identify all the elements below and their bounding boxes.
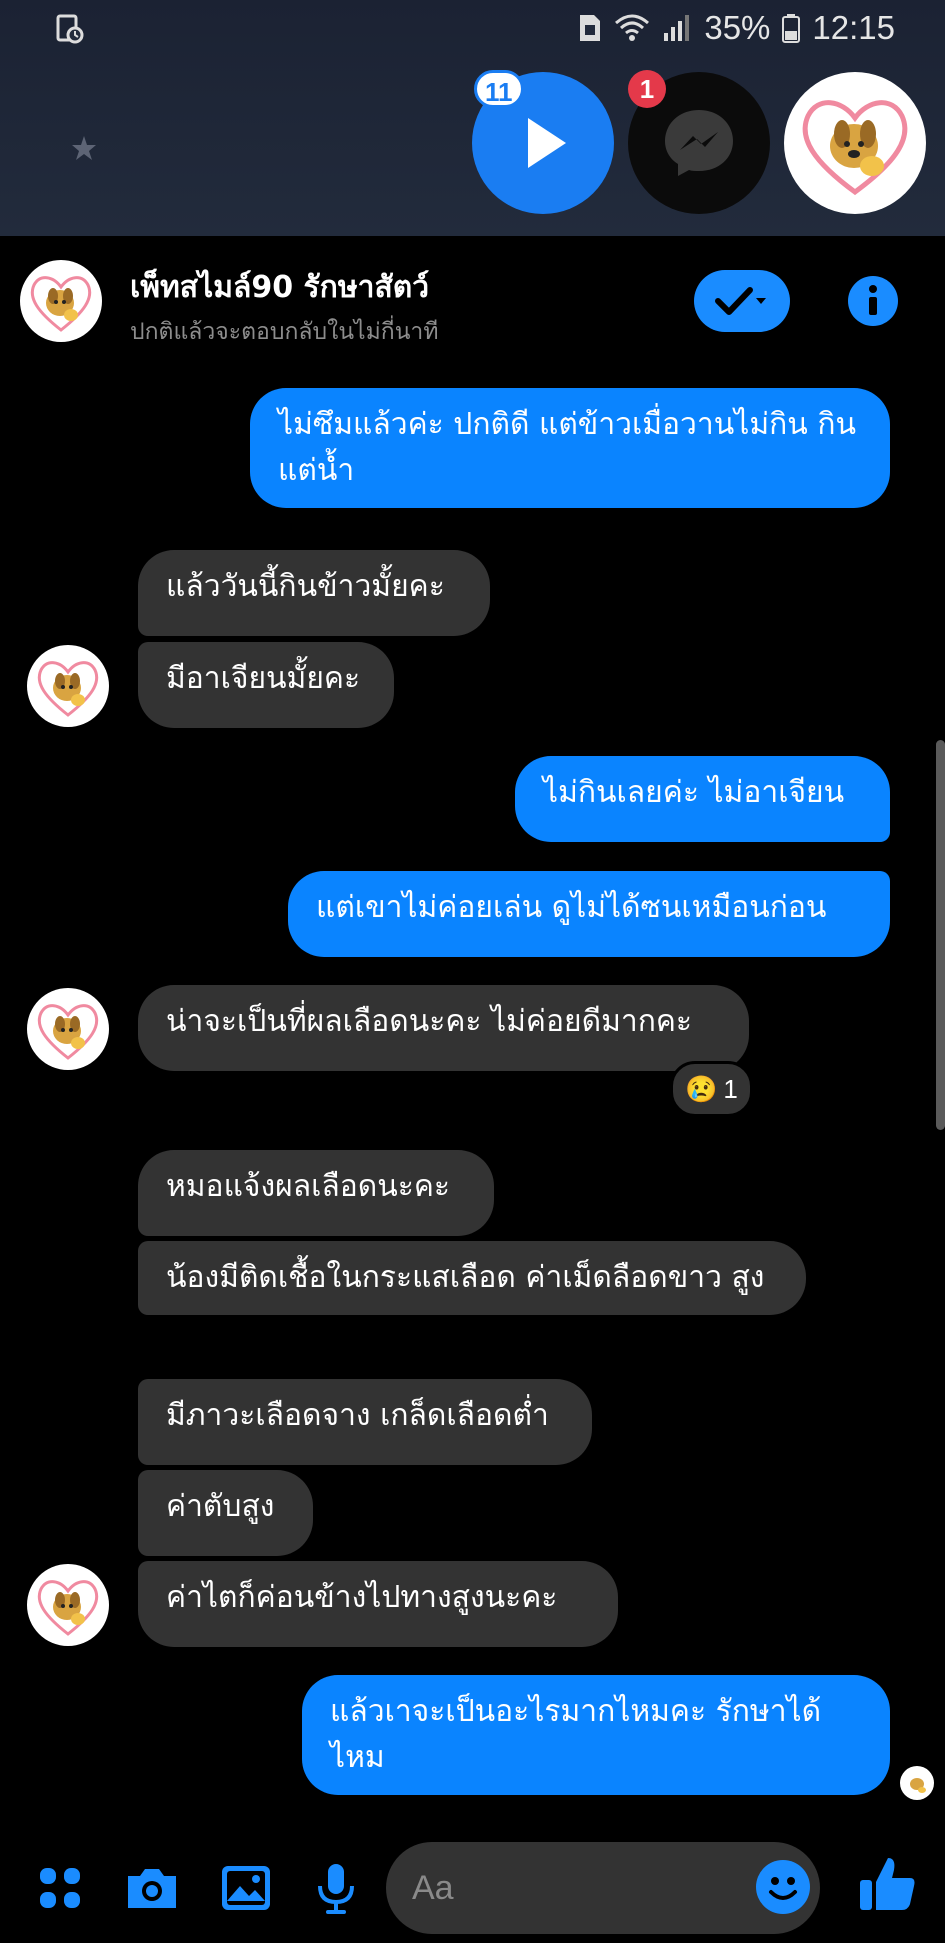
emoji-button[interactable]	[756, 1860, 810, 1914]
star-icon	[72, 136, 96, 160]
pet-logo-icon	[37, 1004, 99, 1060]
contact-name[interactable]: เพ็ทสไมล์90 รักษาสัตว์	[130, 264, 429, 311]
response-status: ปกติแล้วจะตอบกลับในไม่กี่นาที	[130, 319, 439, 345]
messenger-count-badge: 1	[628, 70, 666, 108]
sender-avatar[interactable]	[27, 1564, 109, 1646]
pet-logo-icon	[30, 276, 92, 332]
clock: 12:15	[812, 9, 895, 46]
screen-recorder-icon	[56, 14, 84, 44]
thumbs-up-icon[interactable]	[856, 1852, 920, 1916]
read-receipt-avatar	[900, 1766, 934, 1800]
crying-emoji-icon: 😢	[685, 1073, 718, 1104]
pet-logo-icon	[910, 1778, 926, 1793]
message-bubble-incoming[interactable]: น่าจะเป็นที่ผลเลือดนะคะ ไม่ค่อยดีมากคะ	[138, 985, 749, 1071]
sender-avatar[interactable]	[27, 645, 109, 727]
emoji-icon	[769, 1877, 797, 1900]
sender-avatar[interactable]	[27, 988, 109, 1070]
message-bubble-incoming[interactable]: มีภาวะเลือดจาง เกล็ดเลือดต่ำ	[138, 1379, 592, 1465]
gallery-icon[interactable]	[216, 1858, 276, 1918]
pet-logo-icon	[37, 661, 99, 717]
signal-icon	[664, 15, 690, 41]
check-dropdown-icon	[715, 287, 766, 315]
message-bubble-outgoing[interactable]: แล้วเาจะเป็นอะไรมากไหมคะ รักษาได้ไหม	[302, 1675, 890, 1795]
info-button[interactable]	[848, 276, 898, 326]
mark-done-button[interactable]	[694, 270, 790, 332]
wifi-icon	[615, 14, 650, 41]
sim-icon	[580, 15, 601, 41]
pet-logo-icon	[802, 100, 908, 196]
message-bubble-incoming[interactable]: น้องมีติดเชื้อในกระแสเลือด ค่าเม็ดลือดขา…	[138, 1241, 806, 1315]
contact-chat-head[interactable]	[784, 72, 926, 214]
info-icon	[869, 285, 877, 315]
message-bubble-outgoing[interactable]: ไม่กินเลยค่ะ ไม่อาเจียน	[515, 756, 890, 842]
camera-icon[interactable]	[122, 1858, 182, 1918]
message-bubble-incoming[interactable]: ค่าไตก็ค่อนข้างไปทางสูงนะคะ	[138, 1561, 618, 1647]
battery-percentage: 35%	[704, 9, 771, 46]
message-reaction[interactable]: 😢 1	[670, 1061, 753, 1117]
menu-dots-icon[interactable]	[30, 1858, 90, 1918]
reaction-count: 1	[723, 1073, 738, 1104]
scrollbar[interactable]	[936, 740, 945, 1130]
contact-avatar[interactable]	[20, 260, 102, 342]
message-bubble-incoming[interactable]: ค่าตับสูง	[138, 1470, 313, 1556]
microphone-icon[interactable]	[306, 1858, 366, 1918]
status-bar-right: 35% 12:15	[578, 8, 895, 48]
message-bubble-outgoing[interactable]: แต่เขาไม่ค่อยเล่น ดูไม่ได้ซนเหมือนก่อน	[288, 871, 890, 957]
pet-logo-icon	[37, 1580, 99, 1636]
message-bubble-incoming[interactable]: หมอแจ้งผลเลือดนะคะ	[138, 1150, 494, 1236]
message-bubble-outgoing[interactable]: ไม่ซึมแล้วค่ะ ปกติดี แต่ข้าวเมื่อวานไม่ก…	[250, 388, 890, 508]
battery-icon	[782, 14, 801, 43]
message-bubble-incoming[interactable]: มีอาเจียนมั้ยคะ	[138, 642, 394, 728]
message-input[interactable]: Aa	[386, 1842, 820, 1934]
message-bubble-incoming[interactable]: แล้ววันนี้กินข้าวมั้ยคะ	[138, 550, 490, 636]
video-count-badge: 11	[474, 70, 524, 108]
